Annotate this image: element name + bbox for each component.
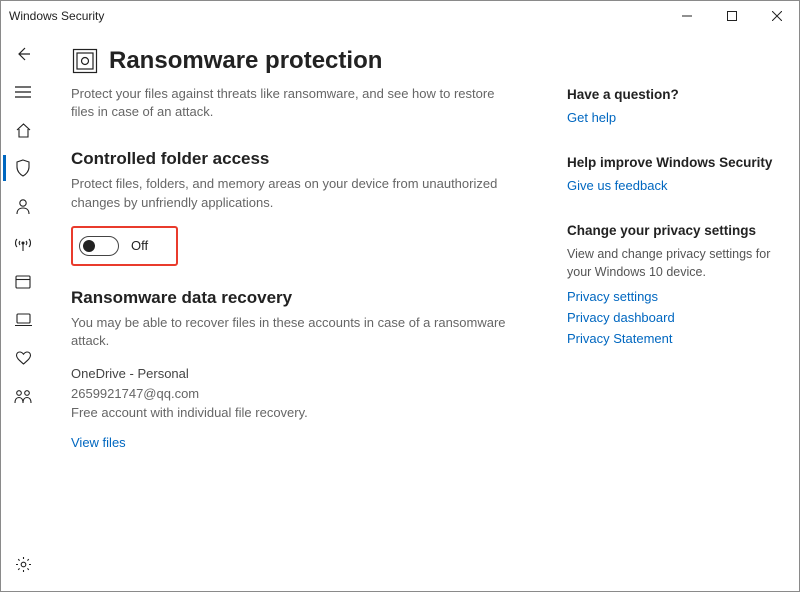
recovery-heading: Ransomware data recovery [71, 288, 543, 308]
onedrive-account-note: Free account with individual file recove… [71, 403, 543, 423]
minimize-icon [682, 11, 692, 21]
maximize-icon [727, 11, 737, 21]
question-heading: Have a question? [567, 87, 773, 102]
cfa-heading: Controlled folder access [71, 149, 543, 169]
nav-family-options[interactable] [3, 377, 43, 415]
privacy-settings-link[interactable]: Privacy settings [567, 289, 773, 304]
privacy-heading: Change your privacy settings [567, 223, 773, 238]
settings-button[interactable] [3, 545, 43, 583]
nav-app-browser[interactable] [3, 263, 43, 301]
nav-virus-protection[interactable] [3, 149, 43, 187]
onedrive-account-email: 2659921747@qq.com [71, 384, 543, 404]
page-description: Protect your files against threats like … [71, 85, 511, 121]
sidebar [1, 31, 45, 591]
recovery-description: You may be able to recover files in thes… [71, 314, 531, 350]
cfa-toggle-label: Off [131, 238, 148, 253]
nav-device-security[interactable] [3, 301, 43, 339]
close-icon [772, 11, 782, 21]
cfa-toggle[interactable] [79, 236, 119, 256]
hamburger-icon [15, 85, 31, 99]
privacy-description: View and change privacy settings for you… [567, 246, 773, 281]
improve-heading: Help improve Windows Security [567, 155, 773, 170]
menu-button[interactable] [3, 73, 43, 111]
privacy-statement-link[interactable]: Privacy Statement [567, 331, 773, 346]
person-icon [15, 198, 31, 215]
family-icon [14, 389, 32, 404]
nav-account-protection[interactable] [3, 187, 43, 225]
highlight-annotation: Off [71, 226, 178, 266]
maximize-button[interactable] [709, 1, 754, 31]
nav-home[interactable] [3, 111, 43, 149]
feedback-link[interactable]: Give us feedback [567, 178, 773, 193]
ransomware-icon [71, 47, 99, 75]
home-icon [15, 122, 32, 139]
nav-firewall[interactable] [3, 225, 43, 263]
onedrive-account-name: OneDrive - Personal [71, 364, 543, 384]
privacy-dashboard-link[interactable]: Privacy dashboard [567, 310, 773, 325]
minimize-button[interactable] [664, 1, 709, 31]
page-title: Ransomware protection [109, 47, 382, 75]
close-button[interactable] [754, 1, 799, 31]
get-help-link[interactable]: Get help [567, 110, 773, 125]
view-files-link[interactable]: View files [71, 433, 126, 453]
heart-icon [15, 351, 32, 366]
back-arrow-icon [15, 46, 31, 62]
window-title: Windows Security [9, 9, 104, 23]
gear-icon [15, 556, 32, 573]
app-browser-icon [15, 275, 31, 289]
shield-icon [15, 159, 31, 177]
back-button[interactable] [3, 35, 43, 73]
nav-device-performance[interactable] [3, 339, 43, 377]
antenna-icon [14, 236, 32, 252]
device-icon [15, 313, 32, 327]
cfa-description: Protect files, folders, and memory areas… [71, 175, 531, 211]
